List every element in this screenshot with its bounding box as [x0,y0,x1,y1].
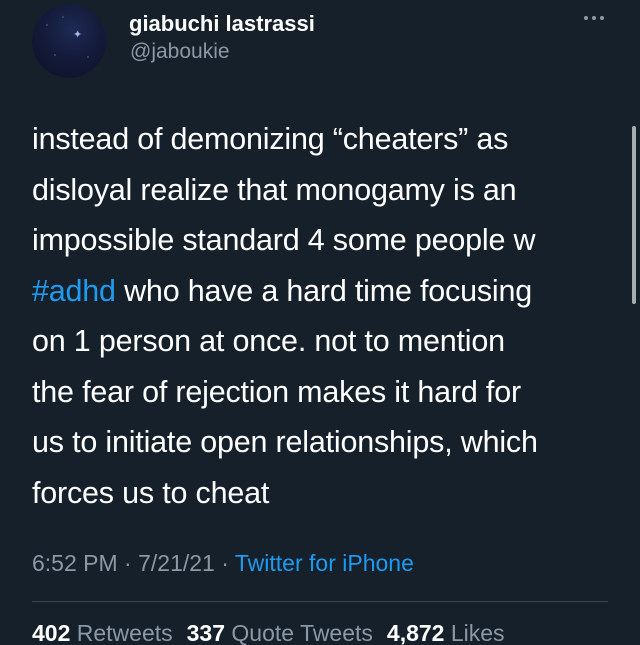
tweet-detail: ✦ giabuchi lastrassi @jaboukie instead o… [0,0,640,645]
tweet-text-line: us to initiate open relationships, which [32,425,538,459]
divider [32,601,608,602]
tweet-metadata: 6:52 PM · 7/21/21 · Twitter for iPhone [32,550,414,577]
meta-separator: · [117,550,139,576]
tweet-text-line: instead of demonizing “cheaters” as [32,122,509,156]
meta-separator: · [214,550,235,576]
avatar-star [87,56,89,58]
hashtag-link[interactable]: #adhd [32,274,116,308]
quote-tweets-stat[interactable]: 337 Quote Tweets [187,620,373,645]
more-horizontal-icon [584,16,604,20]
display-name[interactable]: giabuchi lastrassi [129,11,315,37]
tweet-text-segment: who have a hard time focusing [115,273,532,308]
sparkle-icon: ✦ [73,29,83,41]
tweet-time[interactable]: 6:52 PM [32,550,118,576]
likes-label: Likes [450,620,505,645]
tweet-text-line: disloyal realize that monogamy is an [32,172,517,207]
tweet-date[interactable]: 7/21/21 [138,550,215,576]
tweet-source-link[interactable]: Twitter for iPhone [235,550,414,576]
engagement-stats: 402 Retweets 337 Quote Tweets 4,872 Likes [32,620,519,645]
retweets-count: 402 [32,620,71,645]
more-options-button[interactable] [574,6,614,30]
tweet-text-line: the fear of rejection makes it hard for [32,374,521,409]
quote-tweets-count: 337 [186,620,226,645]
avatar-star [54,54,56,56]
tweet-text-line: #adhd who have a hard time focusing [32,266,612,317]
quote-tweets-label: Quote Tweets [231,620,373,645]
tweet-text-line: forces us to cheat [32,475,270,510]
avatar-star [62,16,64,18]
retweets-stat[interactable]: 402 Retweets [32,620,173,645]
tweet-text-line: impossible standard 4 some people w [32,223,536,257]
retweets-label: Retweets [76,620,173,645]
likes-stat[interactable]: 4,872 Likes [387,620,505,645]
scrollbar[interactable] [632,126,636,304]
tweet-text-line: on 1 person at once. not to mention [32,324,505,358]
likes-count: 4,872 [386,620,445,645]
avatar[interactable]: ✦ [32,4,106,78]
user-handle[interactable]: @jaboukie [130,40,230,64]
tweet-text: instead of demonizing “cheaters” as disl… [32,114,612,518]
avatar-star [46,24,48,26]
